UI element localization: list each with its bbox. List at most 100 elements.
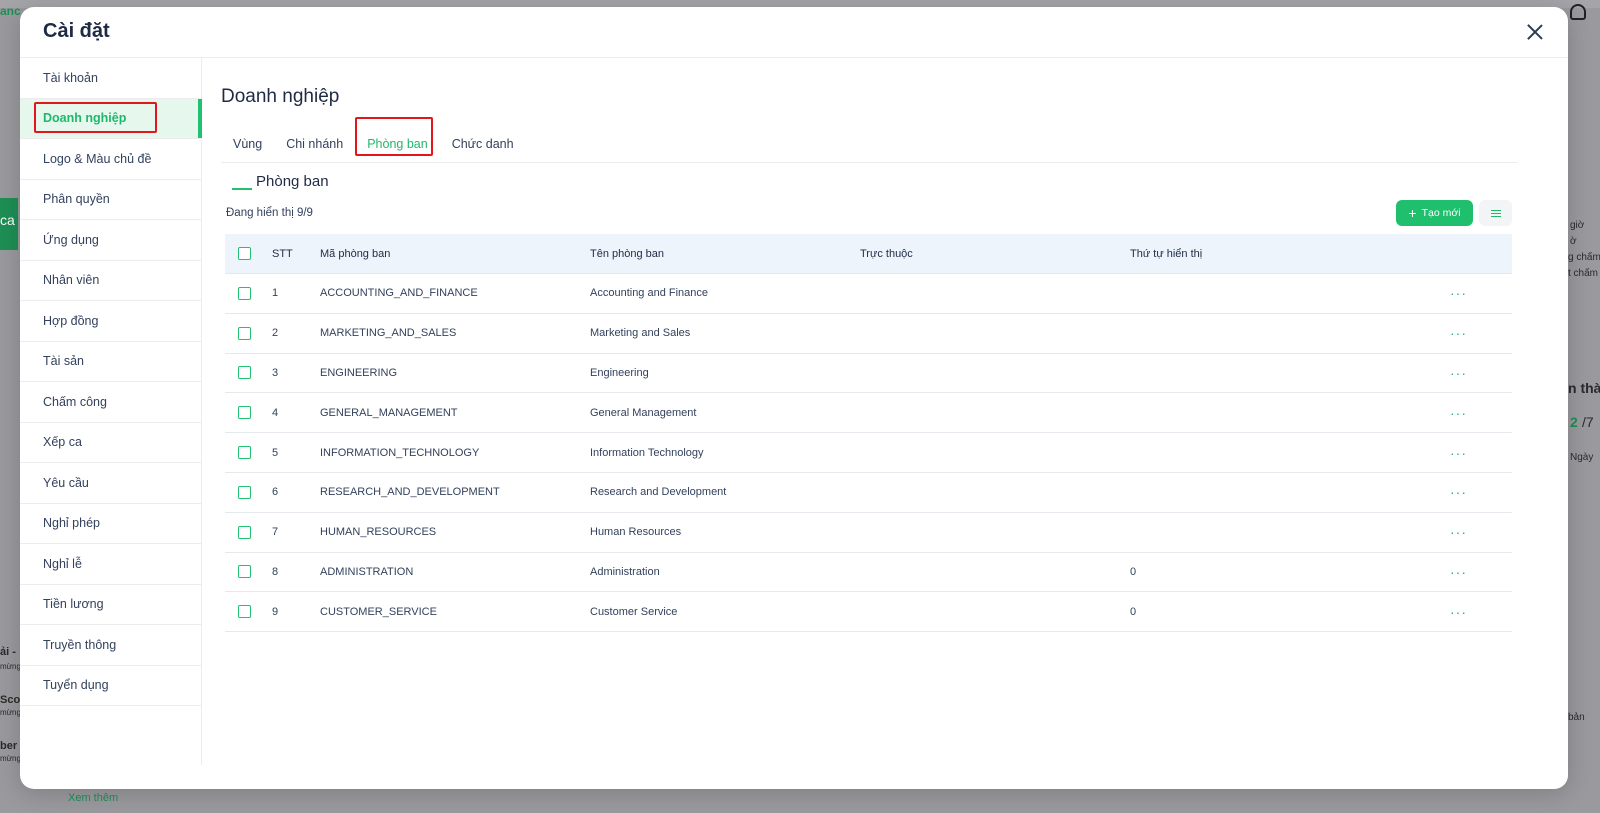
sidebar-item-label: Ứng dụng [43,232,99,247]
row-actions-button[interactable]: ··· [1450,285,1512,301]
table-row[interactable]: 9 CUSTOMER_SERVICE Customer Service 0 ··· [225,592,1512,633]
row-checkbox[interactable] [238,565,251,579]
cell-name: Administration [590,565,660,578]
sidebar-item-label: Xếp ca [43,435,82,450]
table-row[interactable]: 3 ENGINEERING Engineering ··· [225,354,1512,394]
row-checkbox[interactable] [238,326,251,340]
cell-code: GENERAL_MANAGEMENT [320,406,458,419]
create-button[interactable]: + Tạo mới [1396,200,1473,226]
header-order: Thứ tự hiển thị [1130,247,1203,260]
row-actions-button[interactable]: ··· [1450,405,1512,421]
sidebar-item-account[interactable]: Tài khoản [20,58,201,99]
bg-fragment: anc [0,4,21,18]
section-title-text: Phòng ban [256,173,329,190]
sidebar-item-label: Phân quyền [43,192,110,207]
bg-fragment: ber [0,740,18,752]
row-checkbox[interactable] [238,446,251,460]
cell-stt: 3 [272,366,279,379]
sidebar-item-label: Tuyển dụng [43,678,109,693]
tab-branch[interactable]: Chi nhánh [274,125,355,163]
row-actions-button[interactable]: ··· [1450,484,1512,500]
bg-fragment: mừng [0,754,21,763]
row-checkbox[interactable] [238,366,251,380]
sidebar-item-enterprise[interactable]: Doanh nghiệp [20,98,202,139]
sidebar-item-label: Yêu cầu [43,475,89,490]
cell-stt: 2 [272,327,279,340]
sidebar-item-assets[interactable]: Tài sản [20,342,201,382]
row-actions-button[interactable]: ··· [1450,325,1512,341]
bell-icon [1570,4,1586,20]
row-checkbox[interactable] [238,406,251,420]
select-all-checkbox[interactable] [238,247,251,260]
row-actions-button[interactable]: ··· [1450,365,1512,381]
sidebar-item-holidays[interactable]: Nghỉ lễ [20,544,201,585]
tab-department[interactable]: Phòng ban [355,117,439,163]
table-body: 1 ACCOUNTING_AND_FINANCE Accounting and Fi… [225,274,1512,633]
table-row[interactable]: 1 ACCOUNTING_AND_FINANCE Accounting and Fi… [225,274,1512,314]
row-checkbox[interactable] [238,605,251,619]
sidebar-item-shifts[interactable]: Xếp ca [20,423,201,463]
bg-fragment: t chấm c [1568,268,1600,279]
modal-title: Cài đặt [43,20,110,42]
row-checkbox[interactable] [238,286,251,300]
sidebar-item-label: Hợp đồng [43,313,99,328]
row-actions-button[interactable]: ··· [1450,564,1512,580]
sidebar-item-apps[interactable]: Ứng dụng [20,220,201,261]
sidebar-item-recruitment[interactable]: Tuyển dụng [20,666,201,706]
cell-stt: 8 [272,565,279,578]
cell-stt: 6 [272,486,279,499]
bg-fragment: giờ [1570,220,1585,231]
cell-code: MARKETING_AND_SALES [320,327,457,340]
sidebar-item-label: Logo & Màu chủ đề [43,151,152,166]
bg-fragment: ờ [1570,236,1577,247]
cell-stt: 7 [272,526,279,539]
column-menu-button[interactable] [1479,200,1512,226]
row-checkbox[interactable] [238,485,251,499]
tab-region[interactable]: Vùng [221,125,274,163]
tab-job-title[interactable]: Chức danh [440,125,526,163]
sidebar-item-label: Nghỉ lễ [43,556,82,571]
row-actions-button[interactable]: ··· [1450,445,1512,461]
table-header: STT Mã phòng ban Tên phòng ban Trực thuộ… [225,234,1512,274]
table-row[interactable]: 4 GENERAL_MANAGEMENT General Management ··· [225,393,1512,434]
cell-name: Information Technology [590,446,704,459]
sidebar-item-label: Doanh nghiệp [43,111,127,126]
sidebar-item-employees[interactable]: Nhân viên [20,261,201,301]
settings-modal: Cài đặt Tài khoản Doanh nghiệp Logo & Mà… [20,7,1568,789]
bg-fragment: /7 [1582,414,1594,430]
settings-main: Doanh nghiệp Vùng Chi nhánh Phòng ban Ch… [202,58,1568,789]
table-row[interactable]: 5 INFORMATION_TECHNOLOGY Information Techn… [225,433,1512,473]
sidebar-item-permissions[interactable]: Phân quyền [20,180,201,220]
record-count: Đang hiển thị 9/9 [226,207,313,219]
modal-header: Cài đặt [20,7,1568,58]
header-stt: STT [272,247,293,260]
table-row[interactable]: 7 HUMAN_RESOURCES Human Resources ··· [225,513,1512,553]
department-table: STT Mã phòng ban Tên phòng ban Trực thuộ… [225,234,1512,633]
table-row[interactable]: 2 MARKETING_AND_SALES Marketing and Sales ·… [225,314,1512,354]
sidebar-item-logo-theme[interactable]: Logo & Màu chủ đề [20,139,201,180]
header-parent: Trực thuộc [860,247,913,260]
row-checkbox[interactable] [238,525,251,539]
table-row[interactable]: 8 ADMINISTRATION Administration 0 ··· [225,553,1512,593]
section-accent-bar [232,187,252,190]
cell-code: RESEARCH_AND_DEVELOPMENT [320,486,500,499]
cell-name: Customer Service [590,605,678,618]
bg-fragment: Xem thêm [68,792,119,804]
sidebar-item-requests[interactable]: Yêu cầu [20,463,201,504]
tab-label: Chi nhánh [286,137,344,151]
sidebar-item-contracts[interactable]: Hợp đồng [20,301,201,342]
sidebar-item-label: Nhân viên [43,273,100,288]
table-row[interactable]: 6 RESEARCH_AND_DEVELOPMENT Research and De… [225,473,1512,513]
sidebar-item-label: Tiền lương [43,597,104,612]
row-actions-button[interactable]: ··· [1450,604,1512,620]
cell-code: HUMAN_RESOURCES [320,526,437,539]
sidebar-item-leave[interactable]: Nghỉ phép [20,504,201,544]
close-icon[interactable] [1526,23,1544,41]
bg-fragment: 2 [1570,414,1578,430]
cell-order: 0 [1130,605,1137,618]
sidebar-item-timekeeping[interactable]: Chấm công [20,382,201,423]
row-actions-button[interactable]: ··· [1450,524,1512,540]
sidebar-item-payroll[interactable]: Tiền lương [20,585,201,625]
settings-sidebar: Tài khoản Doanh nghiệp Logo & Màu chủ đề… [20,58,202,765]
sidebar-item-communication[interactable]: Truyền thông [20,625,201,666]
